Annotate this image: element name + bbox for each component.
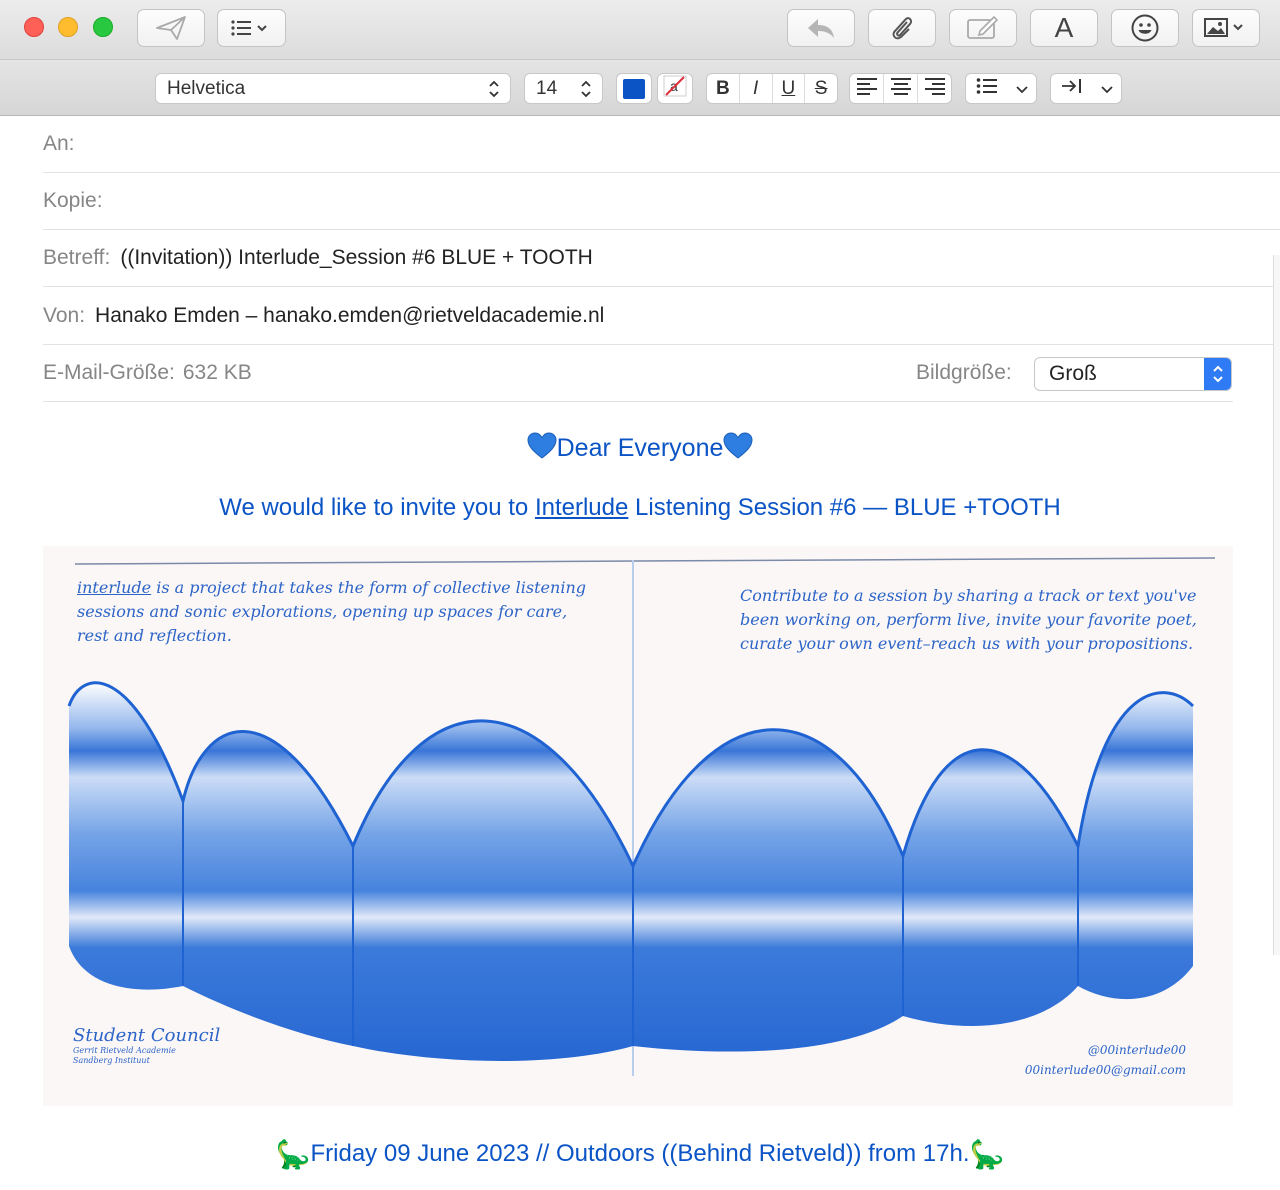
background-window-edge xyxy=(1273,255,1280,955)
smiley-icon xyxy=(1130,13,1160,43)
photo-browser-icon xyxy=(1203,16,1249,40)
text-color-swatch xyxy=(623,78,645,99)
size-label: E-Mail-Größe: xyxy=(43,361,175,384)
underline-button[interactable]: U xyxy=(773,74,806,103)
font-family-select[interactable]: Helvetica xyxy=(155,73,511,104)
interlude-link[interactable]: Interlude xyxy=(535,494,628,521)
flyer-image: interlude is a project that takes the fo… xyxy=(43,546,1233,1106)
align-right-button[interactable] xyxy=(918,74,951,103)
dinosaur-icon: 🦕 xyxy=(969,1139,1005,1170)
greeting-text: Dear Everyone xyxy=(556,434,724,463)
text-color-button[interactable] xyxy=(616,73,652,104)
markup-button[interactable] xyxy=(949,9,1017,47)
align-left-button[interactable] xyxy=(850,74,884,103)
no-color-icon: a xyxy=(663,75,687,103)
photo-browser-button[interactable] xyxy=(1192,9,1260,47)
invite-text-post: Listening Session #6 — BLUE +TOOTH xyxy=(628,494,1061,521)
reply-button[interactable] xyxy=(787,9,855,47)
markup-icon xyxy=(966,15,1000,41)
paperclip-icon xyxy=(889,14,915,42)
invite-text-pre: We would like to invite you to xyxy=(219,494,535,521)
text-style-group: B I U S xyxy=(706,73,838,104)
send-button[interactable] xyxy=(137,9,205,47)
background-color-button[interactable]: a xyxy=(657,73,693,104)
up-down-chevron-icon xyxy=(578,79,594,99)
from-label: Von: xyxy=(43,303,86,327)
list-style-select[interactable] xyxy=(965,73,1037,104)
chevron-down-icon xyxy=(1101,78,1113,100)
bold-label: B xyxy=(716,77,730,99)
align-center-icon xyxy=(890,77,912,101)
image-size-label: Bildgröße: xyxy=(916,361,1012,384)
event-line: 🦕Friday 09 June 2023 // Outdoors ((Behin… xyxy=(0,1138,1280,1171)
window-titlebar: A xyxy=(0,0,1280,60)
font-size-value: 14 xyxy=(536,77,558,99)
underline-label: U xyxy=(781,77,796,99)
list-icon xyxy=(230,18,274,38)
format-label: A xyxy=(1054,12,1074,43)
up-down-chevron-icon xyxy=(1204,358,1231,390)
indent-select[interactable] xyxy=(1050,73,1122,104)
reply-icon xyxy=(805,16,837,40)
italic-button[interactable]: I xyxy=(740,74,773,103)
flyer-right-description: Contribute to a session by sharing a tra… xyxy=(740,586,1197,653)
subject-value[interactable]: ((Invitation)) Interlude_Session #6 BLUE… xyxy=(120,246,593,270)
flyer-left-description: is a project that takes the form of coll… xyxy=(77,578,586,645)
subject-field[interactable]: Betreff: ((Invitation)) Interlude_Sessio… xyxy=(43,230,1280,287)
image-size-select[interactable]: Groß xyxy=(1034,357,1232,391)
to-label: An: xyxy=(43,132,75,155)
blue-heart-icon xyxy=(723,432,753,467)
emoji-button[interactable] xyxy=(1111,9,1179,47)
paper-plane-icon xyxy=(155,15,187,41)
align-right-icon xyxy=(924,77,946,101)
chevron-down-icon xyxy=(1016,78,1028,100)
to-field[interactable]: An: xyxy=(43,116,1280,173)
indent-icon xyxy=(1051,78,1101,100)
header-fields-button[interactable] xyxy=(217,9,286,47)
greeting-line: Dear Everyone xyxy=(0,432,1280,467)
cc-label: Kopie: xyxy=(43,189,103,212)
size-value: 632 KB xyxy=(182,361,252,384)
event-text: Friday 09 June 2023 // Outdoors ((Behind… xyxy=(310,1139,970,1167)
italic-label: I xyxy=(752,77,759,99)
up-down-chevron-icon xyxy=(486,79,502,99)
dinosaur-icon: 🦕 xyxy=(275,1139,311,1170)
flyer-council-sub2: Sandberg Instituut xyxy=(73,1056,150,1065)
subject-label: Betreff: xyxy=(43,246,111,269)
close-window-button[interactable] xyxy=(24,17,44,37)
invitation-line: We would like to invite you to Interlude… xyxy=(0,494,1280,522)
minimize-window-button[interactable] xyxy=(58,17,78,37)
blue-heart-icon xyxy=(527,432,557,467)
zoom-window-button[interactable] xyxy=(93,17,113,37)
font-family-value: Helvetica xyxy=(167,77,246,99)
align-left-icon xyxy=(856,77,878,101)
cc-field[interactable]: Kopie: xyxy=(43,173,1280,230)
format-bar: Helvetica 14 a B I U S xyxy=(0,60,1280,116)
flyer-instagram: @00interlude00 xyxy=(1087,1043,1186,1057)
from-field[interactable]: Von: Hanako Emden – hanako.emden@rietvel… xyxy=(43,287,1280,345)
strikethrough-button[interactable]: S xyxy=(805,74,837,103)
align-center-button[interactable] xyxy=(884,74,918,103)
bullet-list-icon xyxy=(966,77,1016,101)
flyer-left-text: interlude is a project that takes the fo… xyxy=(77,576,597,648)
format-button[interactable]: A xyxy=(1030,9,1098,47)
flyer-email: 00interlude00@gmail.com xyxy=(1024,1063,1186,1077)
font-size-select[interactable]: 14 xyxy=(524,73,603,104)
from-value[interactable]: Hanako Emden – hanako.emden@rietveldacad… xyxy=(95,304,604,328)
image-size-value: Groß xyxy=(1049,362,1097,385)
alignment-group xyxy=(849,73,952,104)
bold-button[interactable]: B xyxy=(707,74,740,103)
flyer-council-name: Student Council xyxy=(73,1025,221,1046)
flyer-contacts: @00interlude00 00interlude00@gmail.com xyxy=(943,1040,1186,1080)
flyer-interlude-word: interlude xyxy=(77,578,152,597)
flyer-right-text: Contribute to a session by sharing a tra… xyxy=(740,584,1200,656)
strikethrough-label: S xyxy=(814,77,828,99)
flyer-council-sub1: Gerrit Rietveld Academie xyxy=(73,1046,176,1055)
attach-button[interactable] xyxy=(868,9,936,47)
flyer-council-logo: Student Council Gerrit Rietveld Academie… xyxy=(73,1026,220,1066)
